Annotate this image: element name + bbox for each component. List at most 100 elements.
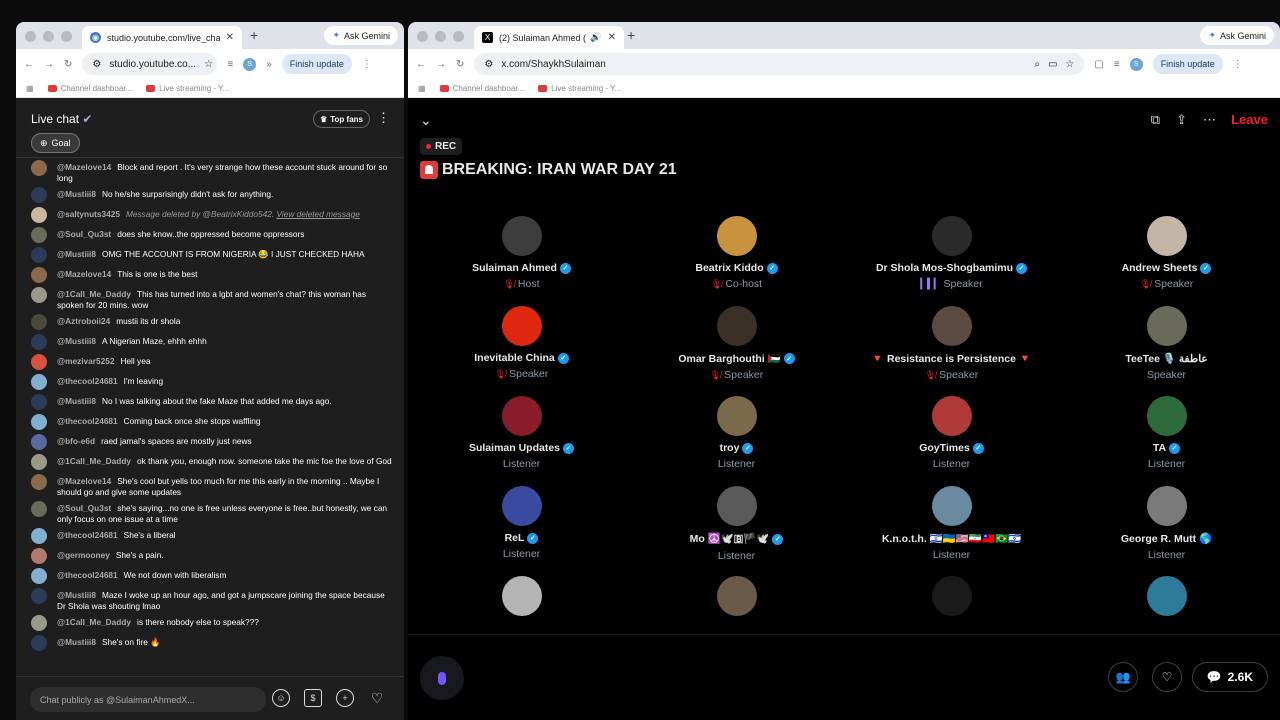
audio-playing-icon[interactable]: 🔊 <box>590 32 601 43</box>
chat-message[interactable]: @Soul_Qu3st she's saying...no one is free… <box>16 500 404 527</box>
message-author[interactable]: @thecool24681 <box>57 376 118 386</box>
message-author[interactable]: @thecool24681 <box>57 570 118 580</box>
participant-avatar[interactable] <box>716 216 757 256</box>
address-bar[interactable]: ⚙ studio.youtube.co... ☆ <box>82 53 218 75</box>
message-author[interactable]: @germooney <box>57 550 110 560</box>
message-author[interactable]: @Soul_Qu3st <box>57 229 111 239</box>
bookmark-live-streaming[interactable]: Live streaming - Y... <box>538 84 621 93</box>
chat-message[interactable]: @Mustiii8 No I was talking about the fake… <box>16 393 404 413</box>
chat-message[interactable]: @Mustiii8 Maze I woke up an hour ago, and… <box>16 587 404 614</box>
cast-icon[interactable]: ▭ <box>1048 59 1057 70</box>
chat-message[interactable]: @thecool24681 She's a liberal <box>16 527 404 547</box>
super-chat-icon[interactable]: $ <box>304 689 322 707</box>
profile-avatar[interactable]: S <box>243 57 257 71</box>
message-author[interactable]: @Soul_Qu3st <box>57 503 111 513</box>
message-author[interactable]: @Mustiii8 <box>57 189 96 199</box>
participant-avatar[interactable] <box>931 576 972 616</box>
participant-avatar[interactable] <box>931 486 972 526</box>
apps-grid-icon[interactable]: ▦ <box>26 84 34 93</box>
user-avatar[interactable] <box>31 434 47 450</box>
message-author[interactable]: @Mustiii8 <box>57 637 96 647</box>
user-avatar[interactable] <box>31 568 47 584</box>
chat-message[interactable]: @Mustiii8 No he/she surpsrisingly didn't … <box>16 186 404 206</box>
user-avatar[interactable] <box>31 287 47 303</box>
menu-icon[interactable]: ⋮ <box>362 59 372 70</box>
participant-avatar[interactable] <box>931 396 972 436</box>
chat-message[interactable]: @Mazelove14 She's cool but yells too much… <box>16 473 404 500</box>
ask-gemini-button[interactable]: ✦ Ask Gemini <box>1200 26 1274 45</box>
participant-avatar[interactable] <box>501 306 542 346</box>
participant-avatar[interactable] <box>716 576 757 616</box>
chat-message[interactable]: @Mazelove14 Block and report . It's very … <box>16 159 404 186</box>
new-tab-button[interactable]: + <box>250 27 258 43</box>
new-tab-button[interactable]: + <box>627 27 635 43</box>
user-avatar[interactable] <box>31 501 47 517</box>
site-info-icon[interactable]: ⚙ <box>92 59 101 70</box>
reload-icon[interactable]: ↻ <box>456 59 464 70</box>
participant[interactable]: Omar Barghouthi 🇵🇸 ✓ 🎙︎̸ Speaker <box>629 306 844 396</box>
participant[interactable]: ReL ✓ Listener <box>414 486 629 576</box>
participant-avatar[interactable] <box>716 396 757 436</box>
user-avatar[interactable] <box>31 207 47 223</box>
tab-search-icon[interactable]: ▢ <box>1094 59 1103 70</box>
finish-update-button[interactable]: Finish update <box>281 54 352 74</box>
add-icon[interactable]: + <box>336 689 354 707</box>
window-controls[interactable] <box>417 31 464 42</box>
participant-avatar[interactable] <box>1146 576 1187 616</box>
participant[interactable]: GoyTimes ✓ Listener <box>844 396 1059 486</box>
tab-x-profile[interactable]: X (2) Sulaiman Ahmed (@S 🔊 ✕ <box>474 26 624 49</box>
user-avatar[interactable] <box>31 548 47 564</box>
chat-message[interactable]: @Soul_Qu3st does she know..the oppressed … <box>16 226 404 246</box>
menu-icon[interactable]: ⋮ <box>1233 59 1243 70</box>
message-author[interactable]: @1Call_Me_Daddy <box>57 289 131 299</box>
message-author[interactable]: @Mazelove14 <box>57 269 111 279</box>
extensions-icon[interactable]: ≡ <box>1114 59 1120 70</box>
extensions-icon[interactable]: ≡ <box>227 59 233 70</box>
view-deleted-message-link[interactable]: View deleted message <box>276 209 359 219</box>
message-author[interactable]: @Mazelove14 <box>57 162 111 172</box>
participant-avatar[interactable] <box>931 216 972 256</box>
message-author[interactable]: @Mustiii8 <box>57 249 96 259</box>
chat-message[interactable]: @saltynuts3425 Message deleted by @Beatri… <box>16 206 404 226</box>
participant-avatar[interactable] <box>1146 306 1187 346</box>
participant[interactable]: TeeTee 🎙️ عاطفة Speaker <box>1059 306 1274 396</box>
back-icon[interactable]: ← <box>24 59 34 70</box>
user-avatar[interactable] <box>31 454 47 470</box>
user-avatar[interactable] <box>31 160 47 176</box>
heart-icon[interactable]: ♡ <box>368 689 386 707</box>
user-avatar[interactable] <box>31 354 47 370</box>
participant-avatar[interactable] <box>931 306 972 346</box>
participant-avatar[interactable] <box>501 486 542 526</box>
message-author[interactable]: @thecool24681 <box>57 530 118 540</box>
message-author[interactable]: @bfo-e6d <box>57 436 95 446</box>
participant-avatar[interactable] <box>1146 396 1187 436</box>
close-tab-icon[interactable]: ✕ <box>226 32 234 43</box>
profile-avatar[interactable]: S <box>1129 57 1143 71</box>
chat-message[interactable]: @mezivar5252 Hell yea <box>16 353 404 373</box>
chat-message[interactable]: @bfo-e6d raed jamal's spaces are mostly j… <box>16 433 404 453</box>
forward-icon[interactable]: → <box>436 59 446 70</box>
participant[interactable]: TA ✓ Listener <box>1059 396 1274 486</box>
emoji-icon[interactable]: ☺ <box>272 689 290 707</box>
leave-button[interactable]: Leave <box>1231 112 1268 127</box>
back-icon[interactable]: ← <box>416 59 426 70</box>
site-info-icon[interactable]: ⚙ <box>484 59 493 70</box>
reload-icon[interactable]: ↻ <box>64 59 72 70</box>
user-avatar[interactable] <box>31 334 47 350</box>
message-author[interactable]: @thecool24681 <box>57 416 118 426</box>
zoom-icon[interactable]: ⌕ <box>1034 59 1040 70</box>
apps-grid-icon[interactable]: ▦ <box>418 84 426 93</box>
participant[interactable]: 🔻 Resistance is Persistence 🔻 🎙︎̸ Speaker <box>844 306 1059 396</box>
participant[interactable]: George R. Mutt 🌎 Listener <box>1059 486 1274 576</box>
participant[interactable]: Sulaiman Ahmed ✓ 🎙︎̸ Host <box>414 216 629 306</box>
chat-message[interactable]: @thecool24681 Coming back once she stops … <box>16 413 404 433</box>
message-author[interactable]: @Aztroboii24 <box>57 316 110 326</box>
participant[interactable]: Dr Shola Mos-Shogbamimu ✓ ▎▍▎ Speaker <box>844 216 1059 306</box>
participant[interactable]: Andrew Sheets ✓ 🎙︎̸ Speaker <box>1059 216 1274 306</box>
goal-button[interactable]: ⊕ Goal <box>31 133 80 153</box>
message-author[interactable]: @Mustiii8 <box>57 590 96 600</box>
tab-youtube-live-chat[interactable]: ◉ studio.youtube.com/live_chat ✕ <box>82 26 242 49</box>
chat-message[interactable]: @Mustiii8 She's on fire 🔥 <box>16 634 404 654</box>
chat-message[interactable]: @1Call_Me_Daddy This has turned into a lg… <box>16 286 404 313</box>
chat-message[interactable]: @germooney She's a pain. <box>16 547 404 567</box>
